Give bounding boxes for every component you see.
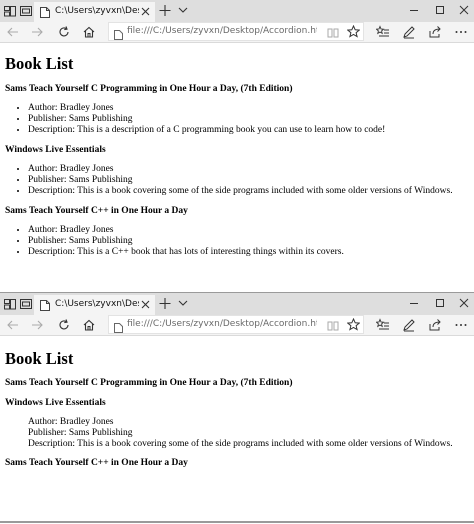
tab-preview-icon[interactable] — [18, 3, 34, 19]
reading-view-icon[interactable] — [327, 319, 339, 331]
book-title[interactable]: Windows Live Essentials — [5, 398, 106, 408]
book-details-list: Author: Bradley Jones Publisher: Sams Pu… — [0, 164, 453, 196]
pen-icon[interactable] — [402, 25, 416, 39]
book-publisher: Publisher: Sams Publishing — [28, 236, 344, 247]
book-author: Author: Bradley Jones — [28, 164, 453, 175]
set-tabs-aside-icon[interactable] — [2, 3, 18, 19]
title-bar: C:\Users\zyvxn\Desktop — [0, 293, 474, 315]
navigation-bar: file:///C:/Users/zyvxn/Desktop/Accordion… — [0, 22, 474, 43]
minimize-icon[interactable] — [406, 296, 422, 310]
chevron-down-icon[interactable] — [178, 297, 188, 309]
window-divider — [0, 521, 474, 523]
book-publisher: Publisher: Sams Publishing — [28, 114, 385, 125]
book-details-list: Author: Bradley Jones Publisher: Sams Pu… — [0, 103, 385, 135]
share-icon[interactable] — [428, 318, 442, 332]
browser-window-expanded: C:\Users\zyvxn\Desktop — [0, 0, 474, 293]
set-tabs-aside-icon[interactable] — [2, 296, 18, 312]
book-description: Description: This is a description of a … — [28, 125, 385, 136]
page-title: Book List — [5, 54, 74, 73]
book-title[interactable]: Sams Teach Yourself C++ in One Hour a Da… — [5, 458, 188, 468]
tab-title: C:\Users\zyvxn\Desktop — [55, 299, 139, 309]
favorites-hub-icon[interactable] — [375, 318, 390, 332]
chevron-down-icon[interactable] — [178, 4, 188, 16]
tab-title: C:\Users\zyvxn\Desktop — [55, 6, 139, 16]
title-bar: C:\Users\zyvxn\Desktop — [0, 0, 474, 22]
book-title[interactable]: Sams Teach Yourself C++ in One Hour a Da… — [5, 206, 188, 216]
more-options-icon[interactable] — [454, 318, 468, 332]
home-icon[interactable] — [82, 25, 96, 39]
address-bar[interactable]: file:///C:/Users/zyvxn/Desktop/Accordion… — [108, 315, 364, 334]
book-description: Description: This is a book covering som… — [28, 186, 453, 197]
close-window-icon[interactable] — [456, 3, 472, 17]
tab-active[interactable]: C:\Users\zyvxn\Desktop — [34, 2, 155, 22]
page-icon — [40, 7, 50, 18]
more-options-icon[interactable] — [454, 25, 468, 39]
home-icon[interactable] — [82, 318, 96, 332]
file-page-icon — [114, 27, 123, 40]
back-arrow-icon[interactable] — [6, 318, 20, 332]
url-text[interactable]: file:///C:/Users/zyvxn/Desktop/Accordion… — [127, 26, 317, 36]
file-page-icon — [114, 320, 123, 333]
tab-preview-icon[interactable] — [18, 296, 34, 312]
new-tab-icon[interactable] — [158, 296, 172, 311]
browser-window-collapsed: C:\Users\zyvxn\Desktop — [0, 293, 474, 524]
book-description: Description: This is a book covering som… — [28, 438, 453, 449]
forward-arrow-icon[interactable] — [30, 25, 44, 39]
pen-icon[interactable] — [402, 318, 416, 332]
book-title[interactable]: Sams Teach Yourself C Programming in One… — [5, 378, 293, 388]
favorite-star-icon[interactable] — [346, 317, 361, 331]
book-author: Author: Bradley Jones — [28, 103, 385, 114]
address-bar[interactable]: file:///C:/Users/zyvxn/Desktop/Accordion… — [108, 22, 364, 41]
maximize-icon[interactable] — [432, 3, 448, 17]
forward-arrow-icon[interactable] — [30, 318, 44, 332]
book-publisher: Publisher: Sams Publishing — [28, 175, 453, 186]
book-title[interactable]: Windows Live Essentials — [5, 145, 106, 155]
book-title[interactable]: Sams Teach Yourself C Programming in One… — [5, 84, 293, 94]
tab-active[interactable]: C:\Users\zyvxn\Desktop — [34, 295, 155, 315]
book-publisher: Publisher: Sams Publishing — [28, 427, 133, 438]
new-tab-icon[interactable] — [158, 3, 172, 18]
book-author: Author: Bradley Jones — [28, 225, 344, 236]
url-text[interactable]: file:///C:/Users/zyvxn/Desktop/Accordion… — [127, 319, 317, 329]
close-tab-icon[interactable] — [140, 299, 151, 310]
refresh-icon[interactable] — [57, 25, 71, 39]
book-details-expanded: Author: Bradley Jones Publisher: Sams Pu… — [28, 417, 453, 449]
maximize-icon[interactable] — [432, 296, 448, 310]
page-icon — [40, 300, 50, 311]
close-tab-icon[interactable] — [140, 6, 151, 17]
book-details-list: Author: Bradley Jones Publisher: Sams Pu… — [0, 225, 344, 257]
book-description: Description: This is a C++ book that has… — [28, 247, 344, 258]
navigation-bar: file:///C:/Users/zyvxn/Desktop/Accordion… — [0, 315, 474, 336]
share-icon[interactable] — [428, 25, 442, 39]
page-title: Book List — [5, 349, 74, 368]
book-author: Author: Bradley Jones — [28, 417, 114, 427]
favorites-hub-icon[interactable] — [375, 25, 390, 39]
favorite-star-icon[interactable] — [346, 24, 361, 38]
reading-view-icon[interactable] — [327, 26, 339, 38]
close-window-icon[interactable] — [456, 296, 472, 310]
minimize-icon[interactable] — [406, 3, 422, 17]
refresh-icon[interactable] — [57, 318, 71, 332]
back-arrow-icon[interactable] — [6, 25, 20, 39]
